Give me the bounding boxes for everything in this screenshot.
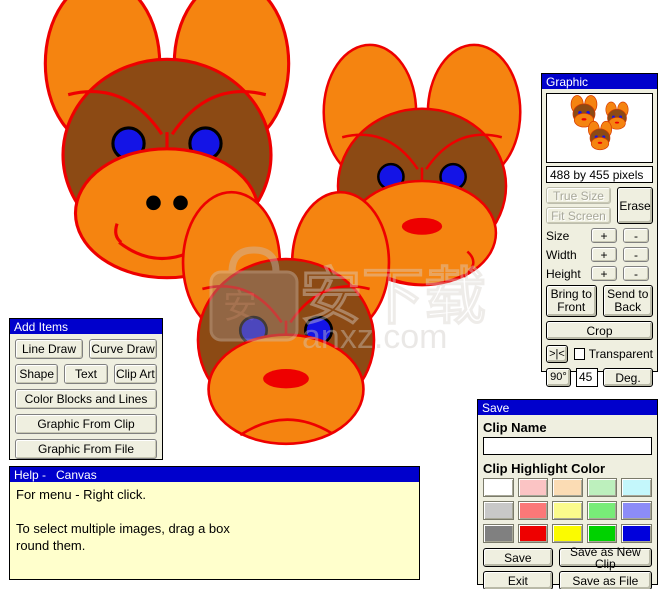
send-to-back-button[interactable]: Send to Back [602, 285, 653, 317]
swatch-blue[interactable] [621, 524, 652, 543]
bring-to-front-button[interactable]: Bring to Front [546, 285, 597, 317]
add-items-row-2: Shape Text Clip Art [15, 364, 157, 384]
transparent-row: >|< Transparent [546, 345, 653, 363]
add-items-row-5: Graphic From File [15, 439, 157, 459]
swatch-light-cyan[interactable] [621, 478, 652, 497]
add-items-titlebar: Add Items [10, 319, 162, 334]
height-increase-button[interactable]: + [591, 266, 617, 281]
shape-button[interactable]: Shape [15, 364, 59, 384]
width-row: Width + - [546, 247, 653, 262]
rotate-90-button[interactable]: 90° [546, 368, 571, 387]
z-order-row: Bring to Front Send to Back [546, 285, 653, 317]
transparent-label: Transparent [588, 347, 653, 361]
size-label: Size [546, 228, 570, 243]
save-as-file-button[interactable]: Save as File [558, 571, 652, 589]
width-increase-button[interactable]: + [591, 247, 617, 262]
add-items-row-4: Graphic From Clip [15, 414, 157, 434]
save-buttons-row-1: Save Save as New Clip [483, 546, 652, 570]
width-label: Width [546, 247, 577, 262]
add-items-row-1: Line Draw Curve Draw [15, 339, 157, 359]
swatch-red[interactable] [517, 524, 549, 543]
swatch-mint[interactable] [586, 501, 618, 520]
rotate-degrees-button[interactable]: Deg. [603, 368, 653, 387]
graphic-body: 488 by 455 pixels True Size Fit Screen E… [542, 89, 657, 391]
height-label: Height [546, 266, 581, 281]
degree-input[interactable]: 45 [576, 368, 598, 387]
color-swatch-grid [483, 478, 652, 543]
help-titlebar: Help - Canvas [10, 467, 419, 482]
swatch-light-yellow[interactable] [552, 501, 583, 520]
color-blocks-and-lines-button[interactable]: Color Blocks and Lines [15, 389, 157, 409]
graphic-size-modes: True Size Fit Screen [546, 187, 611, 224]
graphic-thumbnail[interactable] [546, 93, 653, 163]
save-as-new-clip-button[interactable]: Save as New Clip [558, 546, 652, 570]
fit-screen-button[interactable]: Fit Screen [546, 207, 611, 224]
thumbnail-preview-icon [570, 94, 629, 151]
size-decrease-button[interactable]: - [623, 228, 649, 243]
clip-name-label: Clip Name [483, 420, 547, 435]
svg-text:安: 安 [223, 287, 257, 327]
size-increase-button[interactable]: + [591, 228, 617, 243]
help-text: For menu - Right click. To select multip… [10, 482, 419, 579]
add-items-panel: Add Items Line Draw Curve Draw Shape Tex… [9, 318, 163, 460]
text-button[interactable]: Text [64, 364, 108, 384]
swatch-light-pink[interactable] [517, 478, 549, 497]
save-titlebar: Save [478, 400, 657, 415]
erase-button[interactable]: Erase [617, 187, 653, 224]
swatch-light-gray[interactable] [483, 501, 514, 520]
save-button[interactable]: Save [483, 548, 553, 567]
graphic-from-clip-button[interactable]: Graphic From Clip [15, 414, 157, 434]
clip-highlight-color-label: Clip Highlight Color [483, 461, 606, 476]
line-draw-button[interactable]: Line Draw [15, 339, 83, 359]
size-row: Size + - [546, 228, 653, 243]
swatch-yellow[interactable] [552, 524, 583, 543]
graphic-titlebar: Graphic [542, 74, 657, 89]
height-decrease-button[interactable]: - [623, 266, 649, 281]
true-size-button[interactable]: True Size [546, 187, 611, 204]
swatch-periwinkle[interactable] [621, 501, 652, 520]
swatch-gray[interactable] [483, 524, 514, 543]
save-body: Clip Name Clip Highlight Color Save Save… [478, 415, 657, 589]
graphic-sizing-row: True Size Fit Screen Erase [546, 187, 653, 224]
graphic-dimensions-label: 488 by 455 pixels [546, 166, 653, 183]
application-window: 安 安下载 anxz.com Add Items Line Draw Curve… [0, 0, 659, 589]
graphic-panel: Graphic 488 by 455 pixels True Size Fit … [541, 73, 658, 387]
graphic-from-file-button[interactable]: Graphic From File [15, 439, 157, 459]
swatch-white[interactable] [483, 478, 514, 497]
clip-art-button[interactable]: Clip Art [113, 364, 157, 384]
width-decrease-button[interactable]: - [623, 247, 649, 262]
save-buttons-row-2: Exit Save as File [483, 571, 652, 589]
height-row: Height + - [546, 266, 653, 281]
help-panel: Help - Canvas For menu - Right click. To… [9, 466, 420, 580]
exit-button[interactable]: Exit [483, 571, 553, 589]
swatch-salmon[interactable] [517, 501, 549, 520]
swatch-light-green[interactable] [586, 478, 618, 497]
save-panel: Save Clip Name Clip Highlight Color Save… [477, 399, 658, 589]
swatch-light-peach[interactable] [552, 478, 583, 497]
flip-horizontal-button[interactable]: >|< [546, 345, 568, 363]
svg-text:anxz.com: anxz.com [302, 318, 448, 356]
crop-button[interactable]: Crop [546, 321, 653, 340]
clip-name-input[interactable] [483, 437, 652, 455]
swatch-green[interactable] [586, 524, 618, 543]
rotation-row: 90° 45 Deg. [546, 368, 653, 387]
curve-draw-button[interactable]: Curve Draw [89, 339, 157, 359]
add-items-body: Line Draw Curve Draw Shape Text Clip Art… [10, 334, 162, 464]
transparent-checkbox[interactable] [574, 348, 585, 360]
add-items-row-3: Color Blocks and Lines [15, 389, 157, 409]
